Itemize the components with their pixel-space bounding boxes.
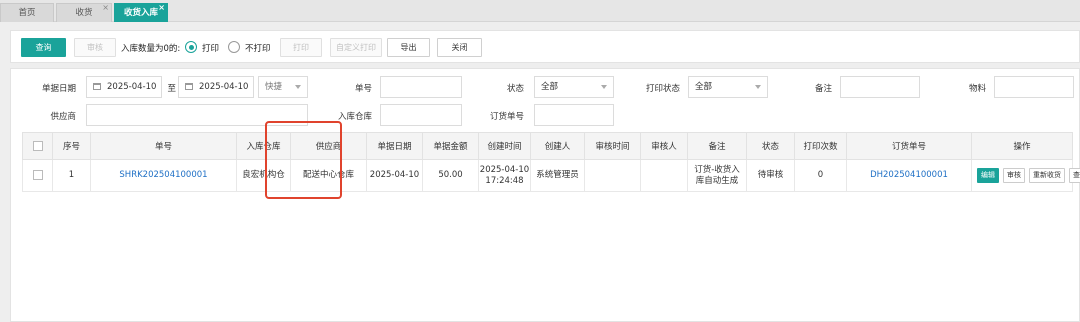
export-button[interactable]: 导出 <box>387 38 430 57</box>
close-icon[interactable]: × <box>158 0 165 17</box>
column-header: 审核时间 <box>584 132 641 160</box>
chevron-down-icon <box>601 85 607 89</box>
audit-row-button[interactable]: 审核 <box>1003 168 1025 183</box>
warehouse-input[interactable] <box>380 104 462 126</box>
remark-cell: 订货-收货入 库自动生成 <box>687 159 747 192</box>
supplier-label: 供应商 <box>50 112 76 122</box>
tab-bar: 首页 收货 × 收货入库 × <box>0 0 1080 22</box>
toolbar: 查询 审核 入库数量为0的: 打印 不打印 打印 自定义打印 导出 关闭 <box>10 30 1080 63</box>
created-time-cell: 2025-04-10 17:24:48 <box>478 159 531 192</box>
page: 首页 收货 × 收货入库 × 查询 审核 入库数量为0的: 打印 不打印 打印 … <box>0 0 1080 322</box>
select-all-header[interactable] <box>22 132 53 160</box>
row-index: 1 <box>52 159 91 192</box>
table-header-row: 序号 单号 入库仓库 供应商 单据日期 单据金额 创建时间 创建人 审核时间 审… <box>22 132 1073 160</box>
remark-input[interactable] <box>840 76 920 98</box>
tab-label: 收货 <box>75 8 93 18</box>
column-header: 序号 <box>52 132 91 160</box>
date-to-field[interactable]: 2025-04-10 <box>178 76 254 98</box>
quick-select-value: 快捷 <box>265 82 283 92</box>
date-from-value: 2025-04-10 <box>107 82 157 92</box>
audit-time-cell <box>584 159 641 192</box>
remark-line: 库自动生成 <box>695 175 739 186</box>
data-table: 序号 单号 入库仓库 供应商 单据日期 单据金额 创建时间 创建人 审核时间 审… <box>22 132 1080 192</box>
warehouse-cell: 良宏机构仓 <box>236 159 291 192</box>
zero-qty-label: 入库数量为0的: <box>121 44 181 54</box>
row-checkbox[interactable] <box>32 169 43 180</box>
actions-cell: 编辑审核重新收货查看 <box>971 159 1080 192</box>
print-status-value: 全部 <box>695 82 713 92</box>
calendar-icon <box>93 83 101 90</box>
query-button[interactable]: 查询 <box>21 38 66 57</box>
doc-no-input[interactable] <box>380 76 462 98</box>
print-radio-label: 打印 <box>202 44 220 54</box>
column-header: 操作 <box>971 132 1073 160</box>
column-header: 单号 <box>90 132 237 160</box>
status-label: 状态 <box>506 84 524 94</box>
chevron-down-icon <box>295 85 301 89</box>
view-button[interactable]: 查看 <box>1069 168 1080 183</box>
edit-button[interactable]: 编辑 <box>977 168 999 183</box>
column-header: 创建时间 <box>478 132 531 160</box>
created-time: 17:24:48 <box>485 175 524 186</box>
select-all-checkbox[interactable] <box>32 140 43 151</box>
creator-cell: 系统管理员 <box>530 159 585 192</box>
re-receive-button[interactable]: 重新收货 <box>1029 168 1065 183</box>
remark-line: 订货-收货入 <box>694 164 740 175</box>
doc-date-cell: 2025-04-10 <box>366 159 423 192</box>
column-header: 状态 <box>746 132 795 160</box>
custom-print-button[interactable]: 自定义打印 <box>330 38 382 57</box>
tab-receiving[interactable]: 收货 × <box>56 3 112 22</box>
quick-select[interactable]: 快捷 <box>258 76 308 98</box>
no-print-radio[interactable] <box>228 41 240 53</box>
order-no-input[interactable] <box>534 104 614 126</box>
tab-label: 首页 <box>18 8 36 18</box>
date-to-value: 2025-04-10 <box>199 82 249 92</box>
column-header: 单据日期 <box>366 132 423 160</box>
order-no-label: 订货单号 <box>489 112 524 122</box>
order-no-link[interactable]: DH202504100001 <box>870 170 948 180</box>
column-header: 供应商 <box>290 132 367 160</box>
chevron-down-icon <box>755 85 761 89</box>
print-button[interactable]: 打印 <box>280 38 322 57</box>
created-date: 2025-04-10 <box>479 164 530 175</box>
print-radio[interactable] <box>185 41 197 53</box>
doc-date-label: 单据日期 <box>41 84 76 94</box>
to-label: 至 <box>167 84 176 94</box>
column-header: 备注 <box>687 132 747 160</box>
column-header: 打印次数 <box>794 132 847 160</box>
date-from-field[interactable]: 2025-04-10 <box>86 76 162 98</box>
amount-cell: 50.00 <box>422 159 479 192</box>
print-status-label: 打印状态 <box>645 84 680 94</box>
tab-label: 收货入库 <box>123 8 158 18</box>
table-row[interactable]: 1 SHRK202504100001 良宏机构仓 配送中心仓库 2025-04-… <box>22 159 1080 192</box>
doc-no-link[interactable]: SHRK202504100001 <box>119 170 207 180</box>
tab-receiving-inbound[interactable]: 收货入库 × <box>114 3 168 22</box>
column-header: 审核人 <box>640 132 688 160</box>
print-count-cell: 0 <box>794 159 847 192</box>
row-select-cell[interactable] <box>22 159 53 192</box>
no-print-radio-label: 不打印 <box>245 44 271 54</box>
status-select-value: 全部 <box>541 82 559 92</box>
column-header: 创建人 <box>530 132 585 160</box>
supplier-input[interactable] <box>86 104 308 126</box>
status-badge: 待审核 <box>746 159 795 192</box>
column-header: 单据金额 <box>422 132 479 160</box>
close-icon[interactable]: × <box>102 0 109 17</box>
auditor-cell <box>640 159 688 192</box>
remark-label: 备注 <box>814 84 832 94</box>
supplier-cell: 配送中心仓库 <box>290 159 367 192</box>
doc-no-label: 单号 <box>354 84 372 94</box>
status-select[interactable]: 全部 <box>534 76 614 98</box>
close-button[interactable]: 关闭 <box>437 38 482 57</box>
tab-home[interactable]: 首页 <box>0 3 54 22</box>
material-input[interactable] <box>994 76 1074 98</box>
column-header: 入库仓库 <box>236 132 291 160</box>
print-status-select[interactable]: 全部 <box>688 76 768 98</box>
material-label: 物料 <box>968 84 986 94</box>
audit-button[interactable]: 审核 <box>74 38 116 57</box>
column-header: 订货单号 <box>846 132 972 160</box>
warehouse-label: 入库仓库 <box>337 112 372 122</box>
calendar-icon <box>185 83 193 90</box>
